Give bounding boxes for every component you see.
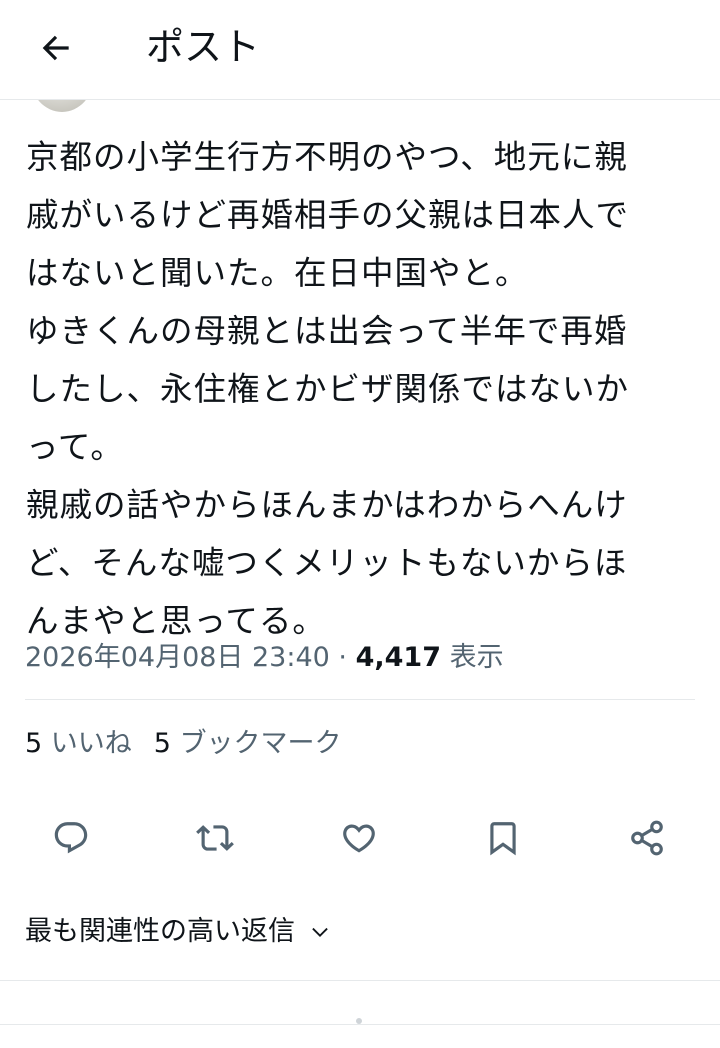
repost-icon bbox=[196, 825, 234, 851]
post-text-line: 戚がいるけど再婚相手の父親は日本人で bbox=[26, 196, 630, 234]
like-icon bbox=[343, 824, 375, 853]
likes-stat[interactable]: 5 いいね bbox=[25, 728, 132, 759]
divider bbox=[0, 980, 720, 981]
page-title: ポスト bbox=[146, 25, 261, 69]
post-timestamp[interactable]: 2026年04月08日 23:40 bbox=[25, 642, 330, 673]
reply-sort-label: 最も関連性の高い返信 bbox=[25, 916, 295, 947]
post-text-line: 京都の小学生行方不明のやつ、地元に親 bbox=[26, 138, 628, 176]
engagement-stats: 5 いいね 5 ブックマーク bbox=[25, 724, 364, 764]
post-meta: 2026年04月08日 23:40 · 4,417 表示 bbox=[25, 638, 504, 678]
bookmarks-label: ブックマーク bbox=[179, 728, 342, 759]
bookmark-icon bbox=[490, 822, 516, 856]
post-text-line: はないと聞いた。在日中国やと。 bbox=[26, 254, 529, 292]
likes-count: 5 bbox=[25, 728, 43, 759]
post-text-line: ど、そんな嘘つくメリットもないからほ bbox=[26, 544, 628, 582]
share-button[interactable] bbox=[619, 810, 675, 866]
share-icon bbox=[631, 820, 663, 856]
post-text-line: 親戚の話やからほんまかはわからへんけ bbox=[26, 486, 628, 524]
like-button[interactable] bbox=[331, 810, 387, 866]
repost-button[interactable] bbox=[187, 810, 243, 866]
back-button[interactable] bbox=[30, 22, 82, 74]
arrow-left-icon bbox=[42, 35, 69, 61]
divider bbox=[25, 699, 695, 700]
top-bar: ポスト bbox=[0, 0, 720, 100]
post-text-line: ゆきくんの母親とは出会って半年で再婚 bbox=[26, 312, 628, 350]
likes-label: いいね bbox=[50, 728, 132, 759]
meta-separator: · bbox=[329, 642, 356, 673]
views-label: 表示 bbox=[449, 642, 504, 673]
bookmarks-count: 5 bbox=[153, 728, 171, 759]
reply-icon bbox=[54, 822, 88, 854]
reply-button[interactable] bbox=[43, 810, 99, 866]
post-text: 京都の小学生行方不明のやつ、地元に親 戚がいるけど再婚相手の父親は日本人で はな… bbox=[26, 128, 696, 650]
post-text-line: したし、永住権とかビザ関係ではないか bbox=[26, 370, 630, 408]
bookmark-button[interactable] bbox=[475, 810, 531, 866]
bookmarks-stat[interactable]: 5 ブックマーク bbox=[154, 728, 342, 759]
divider bbox=[0, 1024, 720, 1025]
post-text-line: って。 bbox=[26, 428, 124, 466]
chevron-down-icon bbox=[312, 927, 328, 937]
post-detail-page: ポスト 京都の小学生行方不明のやつ、地元に親 戚がいるけど再婚相手の父親は日本人… bbox=[0, 0, 720, 1048]
views-count: 4,417 bbox=[355, 642, 441, 673]
reply-sort-dropdown[interactable]: 最も関連性の高い返信 bbox=[25, 912, 331, 952]
